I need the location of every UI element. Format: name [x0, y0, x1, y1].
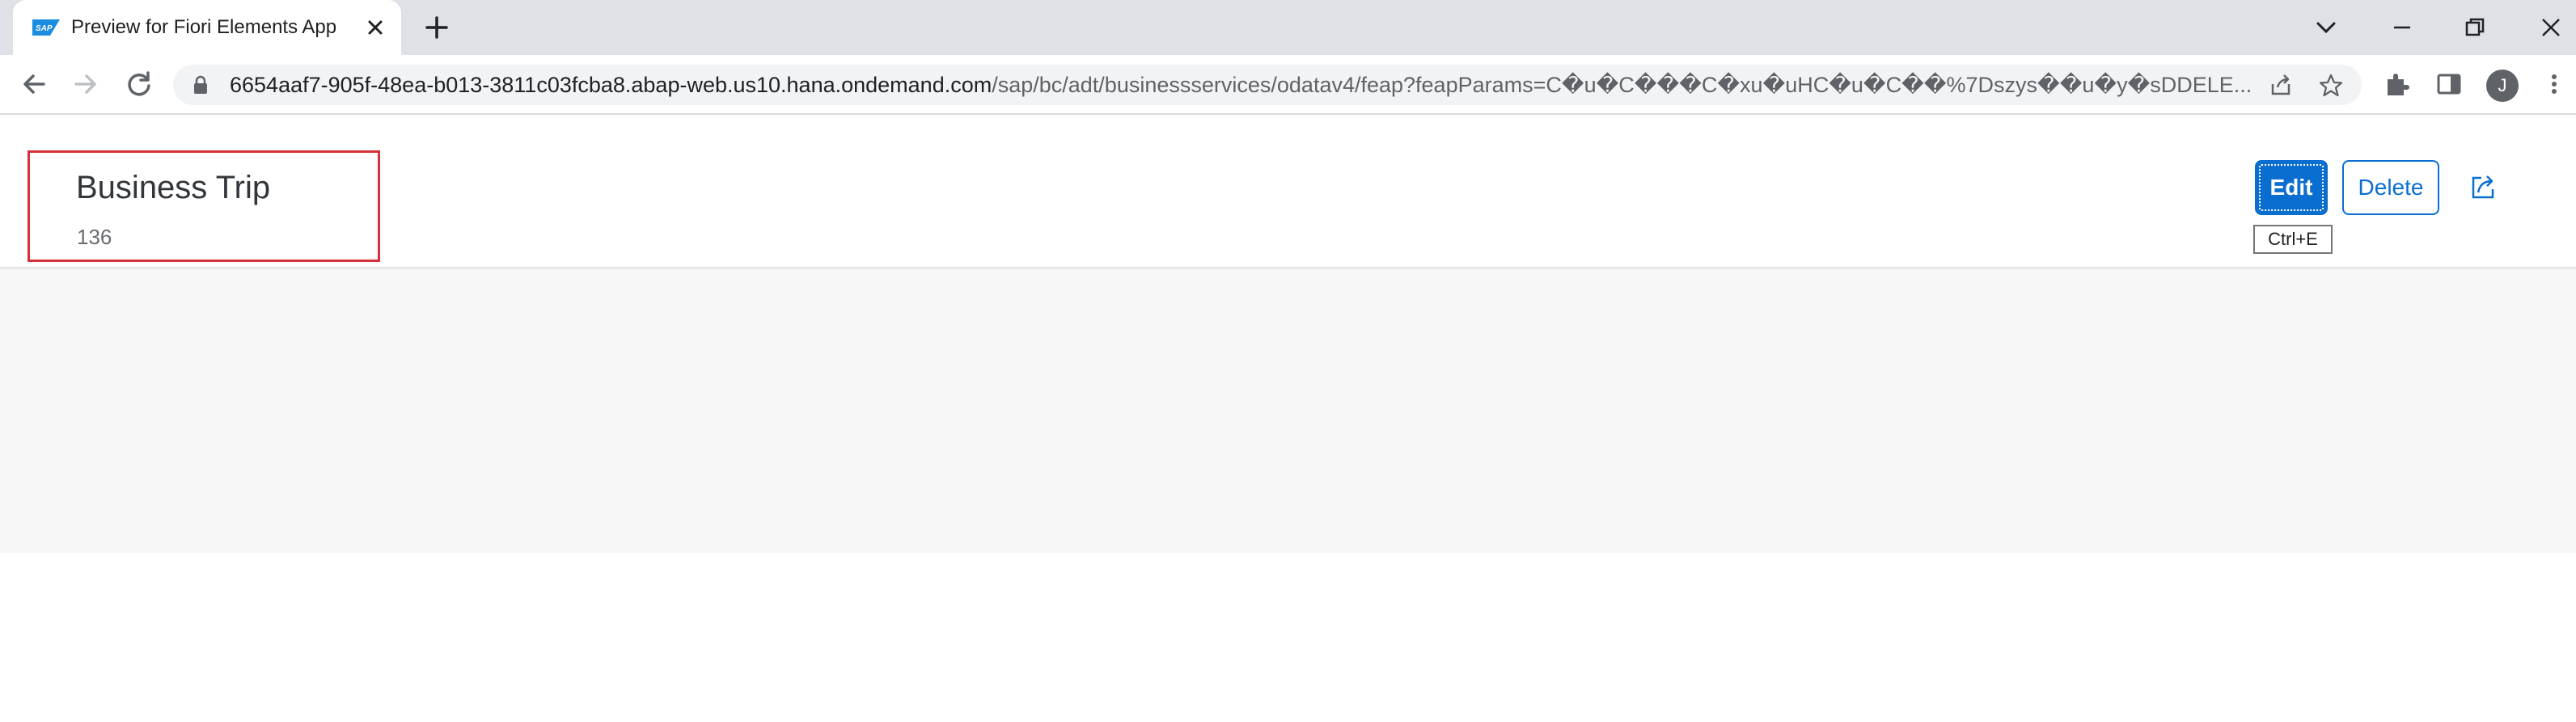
url-host: 6654aaf7-905f-48ea-b013-3811c03fcba8.aba… [230, 73, 992, 97]
page-title: Business Trip [76, 170, 271, 205]
object-page-header: Business Trip 136 Edit Delete Ctrl+E [0, 115, 2576, 268]
tab-title: Preview for Fiori Elements App [71, 16, 337, 38]
open-in-new-icon[interactable] [2467, 171, 2499, 204]
edit-shortcut-tooltip: Ctrl+E [2253, 225, 2333, 254]
sap-logo-icon: SAP [32, 19, 60, 36]
star-icon[interactable] [2318, 73, 2344, 99]
restore-icon[interactable] [2455, 8, 2494, 47]
forward-arrow-icon[interactable] [70, 68, 102, 100]
edit-button[interactable]: Edit [2255, 160, 2328, 215]
url-path: /sap/bc/adt/businessservices/odatav4/fea… [992, 73, 2252, 97]
delete-button[interactable]: Delete [2342, 160, 2439, 215]
extensions-icon[interactable] [2383, 70, 2412, 99]
address-bar[interactable]: 6654aaf7-905f-48ea-b013-3811c03fcba8.aba… [173, 65, 2362, 105]
page-subtitle: 136 [77, 225, 112, 249]
minimize-icon[interactable] [2383, 8, 2422, 47]
object-page-content [0, 270, 2576, 553]
reload-icon[interactable] [123, 68, 155, 100]
chevron-down-icon[interactable] [2307, 8, 2345, 47]
side-panel-icon[interactable] [2434, 70, 2464, 99]
close-icon[interactable] [362, 15, 388, 40]
browser-tab[interactable]: SAP Preview for Fiori Elements App [13, 0, 401, 55]
lock-icon[interactable] [192, 75, 209, 95]
back-arrow-icon[interactable] [18, 68, 50, 100]
close-window-icon[interactable] [2532, 8, 2570, 47]
share-icon[interactable] [2268, 73, 2294, 99]
url-text[interactable]: 6654aaf7-905f-48ea-b013-3811c03fcba8.aba… [230, 65, 2252, 105]
browser-tab-strip: SAP Preview for Fiori Elements App [0, 0, 2576, 55]
more-vert-icon[interactable] [2540, 70, 2569, 99]
svg-text:SAP: SAP [36, 24, 53, 33]
avatar[interactable]: J [2486, 70, 2519, 102]
page-background [0, 553, 2576, 722]
browser-toolbar: 6654aaf7-905f-48ea-b013-3811c03fcba8.aba… [0, 55, 2576, 115]
plus-icon[interactable] [421, 11, 453, 44]
